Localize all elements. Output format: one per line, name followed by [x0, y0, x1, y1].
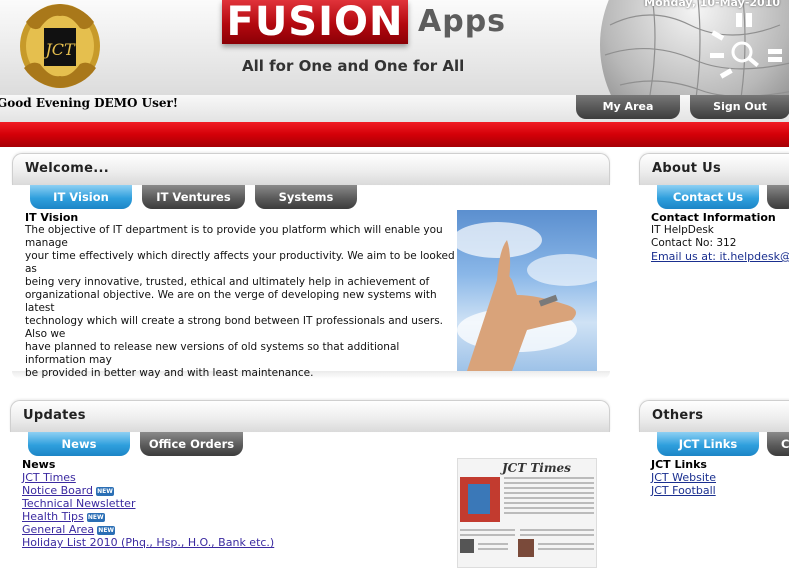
- it-vision-heading: IT Vision: [25, 211, 79, 224]
- others-panel-title: Others: [652, 408, 704, 423]
- news-link-holiday-list[interactable]: Holiday List 2010 (Phq., Hsp., H.O., Ban…: [22, 536, 274, 549]
- others-panel-header: Others: [639, 400, 789, 432]
- news-link-general-area[interactable]: General Area: [22, 523, 94, 536]
- new-badge: NEW: [86, 513, 105, 522]
- jct-football-link[interactable]: JCT Football: [651, 484, 716, 497]
- hand-holding-keys-image: [457, 210, 597, 371]
- tab-systems[interactable]: Systems: [255, 185, 357, 209]
- new-badge: NEW: [97, 526, 116, 535]
- email-link[interactable]: Email us at: it.helpdesk@jctlt: [651, 250, 789, 263]
- tab-office-orders[interactable]: Office Orders: [140, 432, 243, 456]
- current-date: Monday, 10-May-2010: [644, 0, 780, 9]
- news-link-technical-newsletter[interactable]: Technical Newsletter: [22, 497, 135, 510]
- jct-times-newspaper-thumbnail[interactable]: JCT Times: [457, 458, 597, 568]
- tab-jct-links[interactable]: JCT Links: [657, 432, 759, 456]
- new-badge: NEW: [95, 487, 114, 496]
- about-panel-title: About Us: [652, 161, 721, 176]
- news-link-jct-times[interactable]: JCT Times: [22, 471, 76, 484]
- paragraph-line: technology which will create a strong bo…: [25, 315, 444, 340]
- tab-c[interactable]: C: [767, 432, 789, 456]
- helpdesk-line: IT HelpDesk: [651, 224, 714, 236]
- brand-fusion-text: FUSION: [222, 0, 408, 44]
- about-panel-header: About Us: [639, 153, 789, 185]
- greeting-text: Good Evening DEMO User!: [0, 96, 179, 110]
- puzzle-globe-clock-graphic: [600, 0, 789, 95]
- tab-it-vision[interactable]: IT Vision: [30, 185, 132, 209]
- jct-website-link[interactable]: JCT Website: [651, 471, 716, 484]
- contact-info-heading: Contact Information: [651, 211, 776, 224]
- welcome-panel-title: Welcome...: [25, 161, 109, 176]
- others-panel: Others JCT Links C JCT Links JCT Website…: [639, 400, 789, 568]
- jct-crest-logo: JCT: [20, 4, 100, 88]
- paragraph-line: organizational objective. We are on the …: [25, 289, 437, 314]
- news-link-notice-board[interactable]: Notice Board: [22, 484, 93, 497]
- welcome-panel-bottom-shade: [12, 371, 610, 379]
- sign-out-button[interactable]: Sign Out: [690, 95, 789, 119]
- user-bar: Good Evening DEMO User! My Area Sign Out: [0, 95, 789, 122]
- updates-panel-title: Updates: [23, 408, 86, 423]
- about-panel: About Us Contact Us Contact Information …: [639, 153, 789, 378]
- others-panel-body: JCT Links JCT Website JCT Football: [651, 458, 789, 497]
- paragraph-line: The objective of IT department is to pro…: [25, 224, 443, 249]
- welcome-panel-body: IT Vision The objective of IT department…: [25, 211, 455, 380]
- tagline: All for One and One for All: [242, 57, 465, 75]
- paragraph-line: being very innovative, trusted, ethical …: [25, 276, 430, 288]
- tab-it-ventures[interactable]: IT Ventures: [142, 185, 245, 209]
- paragraph-line: have planned to release new versions of …: [25, 341, 400, 366]
- about-panel-body: Contact Information IT HelpDesk Contact …: [651, 211, 789, 263]
- tab-more[interactable]: [767, 185, 789, 209]
- news-link-health-tips[interactable]: Health Tips: [22, 510, 84, 523]
- updates-panel-header: Updates: [10, 400, 610, 432]
- red-divider-bar: [0, 122, 789, 147]
- welcome-panel-header: Welcome...: [12, 153, 610, 185]
- brand-apps-text: Apps: [418, 4, 507, 39]
- svg-text:JCT: JCT: [42, 40, 76, 59]
- news-heading: News: [22, 458, 56, 471]
- tab-contact-us[interactable]: Contact Us: [657, 185, 759, 209]
- it-vision-paragraph: The objective of IT department is to pro…: [25, 224, 455, 380]
- updates-panel-body: News JCT Times Notice Board NEW Technical…: [22, 458, 452, 549]
- tab-news[interactable]: News: [28, 432, 130, 456]
- paragraph-line: your time effectively which directly aff…: [25, 250, 455, 275]
- jct-links-heading: JCT Links: [651, 458, 707, 471]
- my-area-button[interactable]: My Area: [576, 95, 680, 119]
- site-header: JCT FUSION Apps All for One and One for …: [0, 0, 789, 95]
- contact-number: Contact No: 312: [651, 237, 737, 249]
